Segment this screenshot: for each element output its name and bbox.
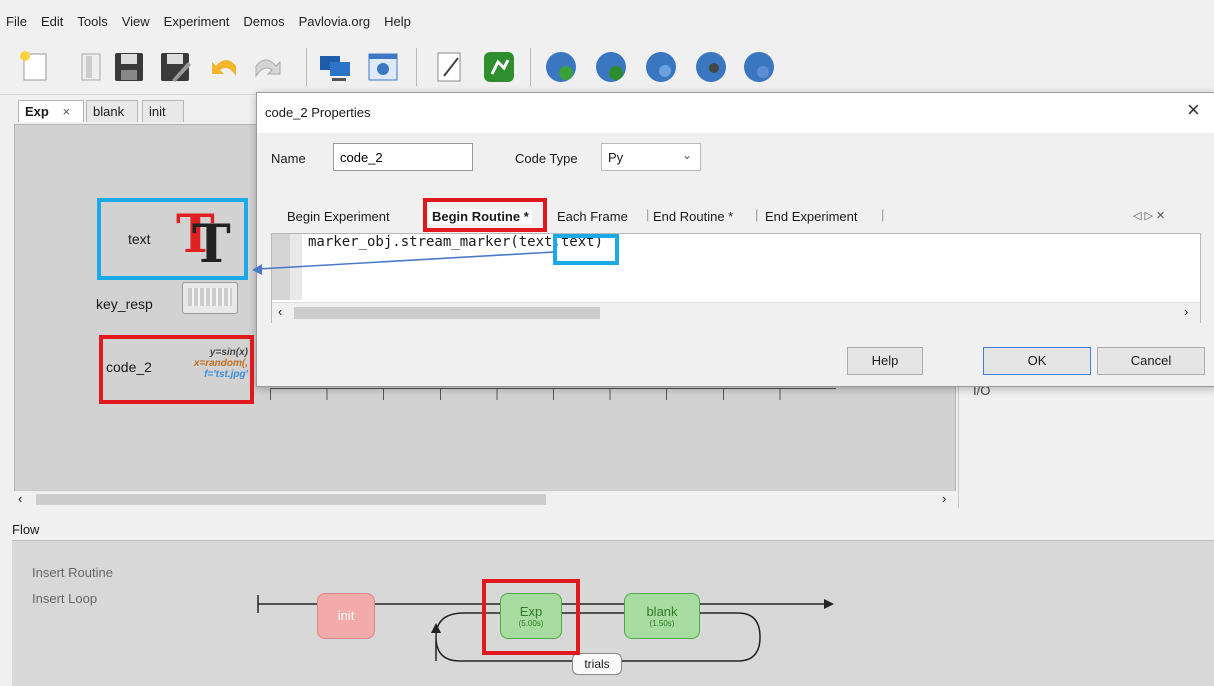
annotation-arrow — [252, 251, 555, 275]
